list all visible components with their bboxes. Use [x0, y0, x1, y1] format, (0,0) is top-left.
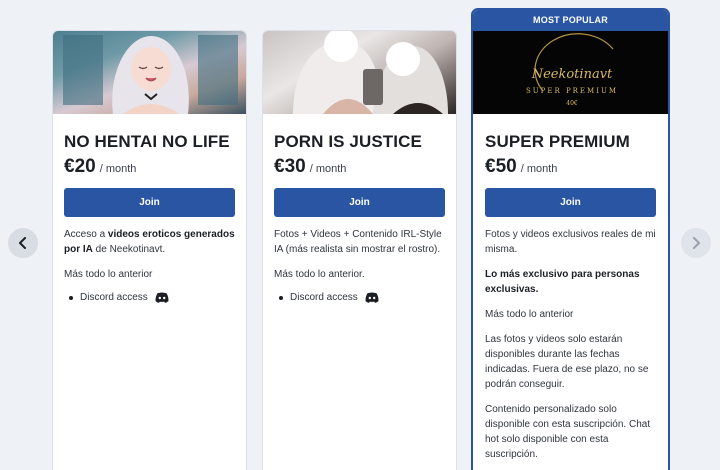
perk-item: Discord access — [274, 292, 445, 303]
desc-highlight: Lo más exclusivo para personas exclusiva… — [485, 269, 640, 295]
tier-image — [263, 31, 456, 114]
desc-text: Acceso a — [64, 229, 108, 240]
tier-price: €20 — [64, 156, 96, 177]
premium-image-price: 40€ — [566, 100, 578, 107]
tier-image — [53, 31, 246, 114]
perk-item: Discord access — [64, 292, 235, 303]
tier-description: Acceso a videos eroticos generados por I… — [64, 227, 235, 282]
chevron-left-icon — [19, 237, 26, 249]
carousel-next-button[interactable] — [681, 228, 711, 258]
billing-period: / month — [99, 163, 137, 175]
premium-image-logo: Neekotinavt — [531, 67, 613, 82]
join-button[interactable]: Join — [64, 188, 235, 217]
chevron-right-icon — [693, 237, 700, 249]
tier-card-super-premium: MOST POPULAR Neekotinavt SUPER PREMIUM 4… — [471, 8, 670, 470]
desc-custom: Contenido personalizado solo disponible … — [485, 404, 651, 460]
tier-name: NO HENTAI NO LIFE — [64, 132, 230, 151]
desc-text: Fotos y videos exclusivos reales de mi m… — [485, 229, 656, 255]
desc-extra: Más todo lo anterior — [64, 269, 153, 280]
perk-label: Discord access — [80, 292, 148, 303]
discord-icon — [155, 292, 169, 303]
tier-card-no-hentai-no-life: NO HENTAI NO LIFE €20 / month Join Acces… — [52, 30, 247, 470]
desc-text: de Neekotinavt. — [92, 244, 166, 255]
billing-period: / month — [309, 163, 347, 175]
most-popular-badge: MOST POPULAR — [473, 10, 668, 31]
discord-icon — [365, 292, 379, 303]
desc-notice: Las fotos y videos solo estarán disponib… — [485, 334, 649, 390]
billing-period: / month — [520, 163, 558, 175]
tier-name: PORN IS JUSTICE — [274, 132, 422, 151]
tier-price: €30 — [274, 156, 306, 177]
premium-image-subtitle: SUPER PREMIUM — [526, 87, 618, 95]
desc-extra: Más todo lo anterior. — [274, 269, 365, 280]
join-button[interactable]: Join — [274, 188, 445, 217]
desc-text: Fotos + Videos + Contenido IRL-Style IA … — [274, 229, 442, 255]
tier-description: Fotos + Videos + Contenido IRL-Style IA … — [274, 227, 445, 282]
bullet-icon — [279, 295, 283, 300]
join-button[interactable]: Join — [485, 188, 656, 217]
tier-description: Fotos y videos exclusivos reales de mi m… — [485, 227, 656, 462]
tier-price: €50 — [485, 156, 517, 177]
desc-extra: Más todo lo anterior — [485, 309, 574, 320]
carousel-prev-button[interactable] — [8, 228, 38, 258]
tier-card-porn-is-justice: PORN IS JUSTICE €30 / month Join Fotos +… — [262, 30, 457, 470]
bullet-icon — [69, 295, 73, 300]
perk-label: Discord access — [290, 292, 358, 303]
tier-image: Neekotinavt SUPER PREMIUM 40€ — [473, 31, 668, 114]
tier-name: SUPER PREMIUM — [485, 132, 630, 151]
